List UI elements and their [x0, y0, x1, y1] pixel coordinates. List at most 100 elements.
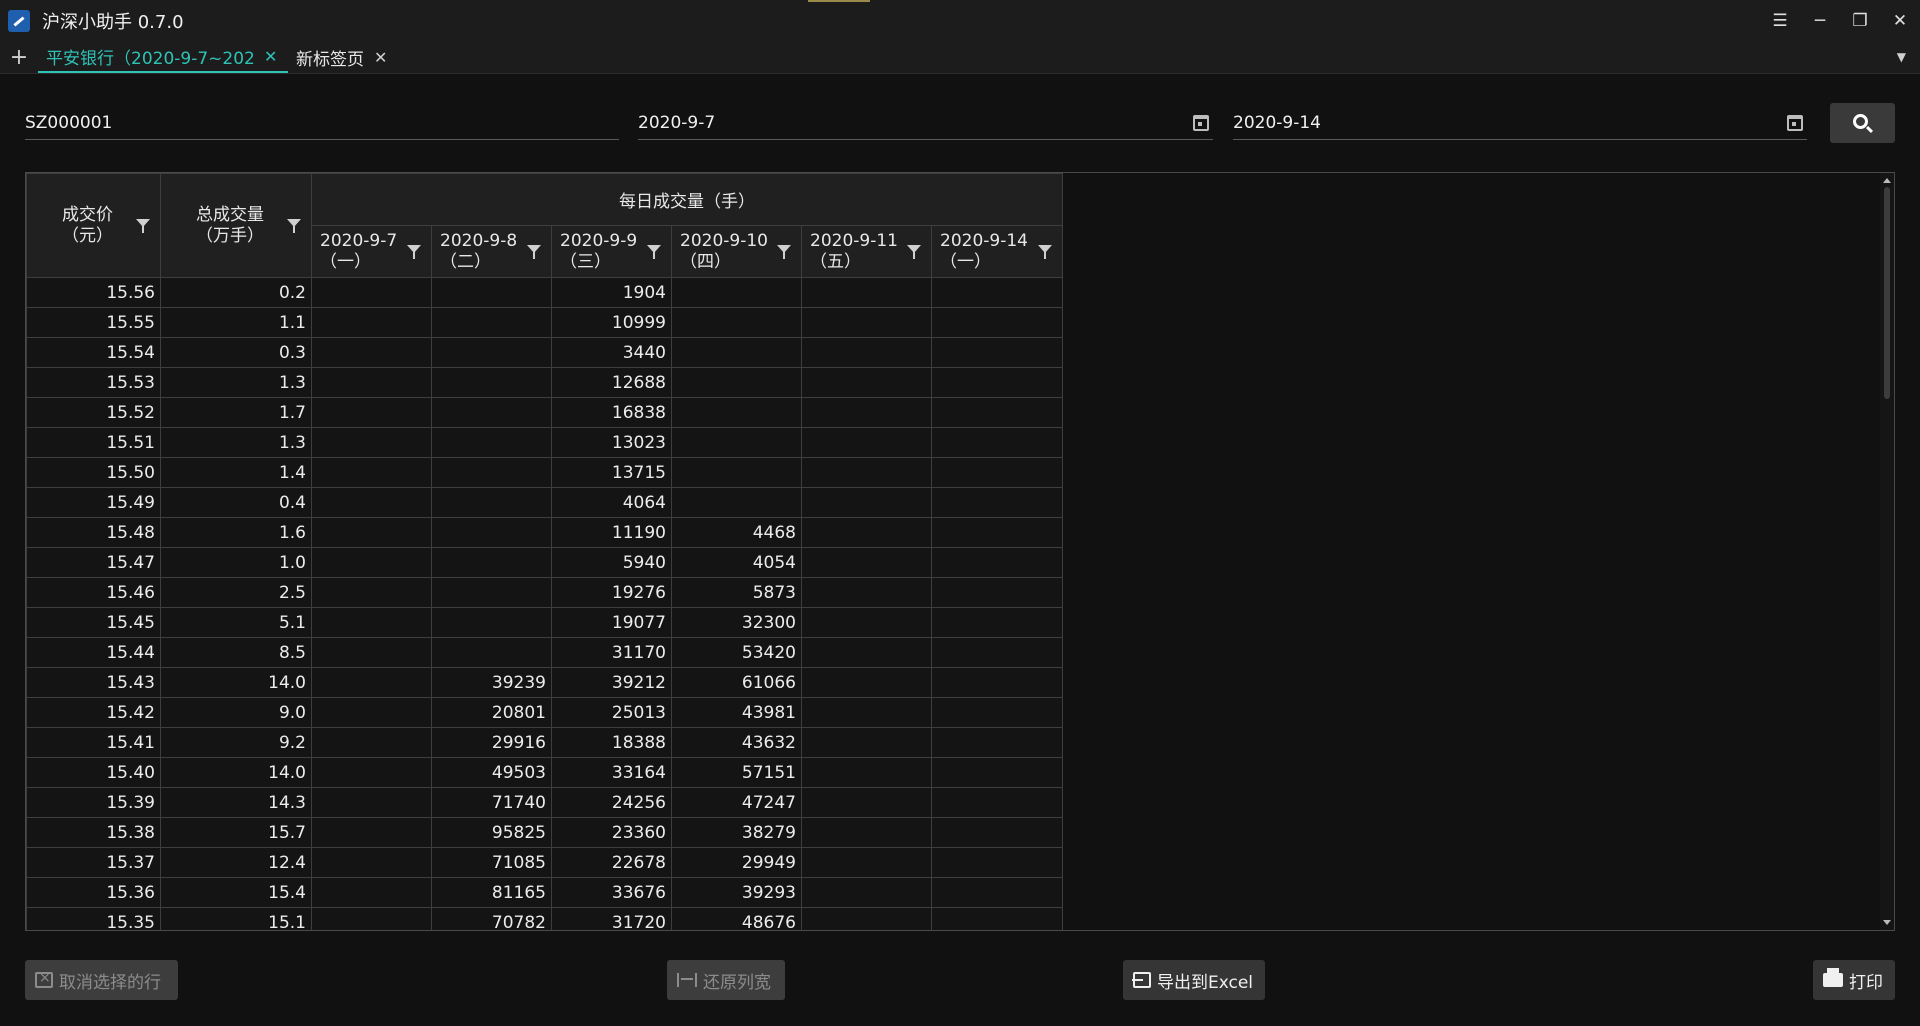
table-cell[interactable]	[311, 817, 432, 848]
table-cell[interactable]: 13715	[551, 457, 672, 488]
search-button[interactable]	[1830, 103, 1895, 143]
date-column-header[interactable]: 2020-9-8 （二）	[431, 225, 552, 278]
table-cell[interactable]: 48676	[671, 907, 802, 930]
table-cell[interactable]	[671, 397, 802, 428]
table-cell[interactable]: 20801	[431, 697, 552, 728]
table-cell[interactable]: 15.35	[26, 907, 161, 930]
table-cell[interactable]	[930, 697, 1064, 728]
table-cell[interactable]	[930, 877, 1064, 908]
table-row[interactable]: 15.48 1.6 11190 4468	[26, 517, 1064, 548]
table-cell[interactable]	[801, 607, 932, 638]
table-cell[interactable]	[311, 697, 432, 728]
table-cell[interactable]	[311, 847, 432, 878]
table-cell[interactable]: 47247	[671, 787, 802, 818]
table-cell[interactable]: 25013	[551, 697, 672, 728]
table-cell[interactable]: 15.42	[26, 697, 161, 728]
table-cell[interactable]	[801, 427, 932, 458]
stock-code-input[interactable]: SZ000001	[25, 106, 619, 140]
table-row[interactable]: 15.46 2.5 19276 5873	[26, 577, 1064, 608]
table-cell[interactable]: 15.44	[26, 637, 161, 668]
table-row[interactable]: 15.36 15.4 81165 33676 39293	[26, 877, 1064, 908]
table-cell[interactable]: 19077	[551, 607, 672, 638]
table-cell[interactable]: 15.49	[26, 487, 161, 518]
table-cell[interactable]: 15.52	[26, 397, 161, 428]
table-cell[interactable]: 10999	[551, 307, 672, 338]
table-cell[interactable]: 31170	[551, 637, 672, 668]
table-cell[interactable]: 14.0	[160, 667, 312, 698]
table-cell[interactable]: 15.39	[26, 787, 161, 818]
table-cell[interactable]	[801, 877, 932, 908]
table-cell[interactable]	[311, 487, 432, 518]
filter-icon[interactable]	[527, 244, 541, 259]
table-cell[interactable]: 1.6	[160, 517, 312, 548]
table-cell[interactable]: 15.40	[26, 757, 161, 788]
table-cell[interactable]: 15.45	[26, 607, 161, 638]
table-cell[interactable]: 15.37	[26, 847, 161, 878]
table-cell[interactable]	[801, 697, 932, 728]
deselect-rows-button[interactable]: 取消选择的行	[25, 960, 178, 1000]
table-row[interactable]: 15.39 14.3 71740 24256 47247	[26, 787, 1064, 818]
calendar-icon[interactable]	[1193, 114, 1209, 131]
table-cell[interactable]: 31720	[551, 907, 672, 930]
table-cell[interactable]	[801, 907, 932, 930]
table-cell[interactable]: 95825	[431, 817, 552, 848]
table-cell[interactable]	[311, 877, 432, 908]
export-excel-button[interactable]: 导出到Excel	[1123, 960, 1265, 1000]
table-cell[interactable]	[671, 427, 802, 458]
table-cell[interactable]	[311, 397, 432, 428]
table-cell[interactable]	[930, 607, 1064, 638]
table-cell[interactable]: 24256	[551, 787, 672, 818]
table-cell[interactable]	[311, 757, 432, 788]
table-cell[interactable]	[801, 727, 932, 758]
table-cell[interactable]	[311, 367, 432, 398]
table-cell[interactable]	[311, 307, 432, 338]
table-cell[interactable]: 5.1	[160, 607, 312, 638]
table-cell[interactable]	[801, 667, 932, 698]
filter-icon[interactable]	[407, 244, 421, 259]
table-cell[interactable]	[801, 337, 932, 368]
filter-icon[interactable]	[136, 218, 150, 233]
table-cell[interactable]: 22678	[551, 847, 672, 878]
table-cell[interactable]	[930, 547, 1064, 578]
scroll-up-icon[interactable]	[1883, 178, 1891, 183]
table-cell[interactable]: 71085	[431, 847, 552, 878]
table-cell[interactable]: 53420	[671, 637, 802, 668]
table-cell[interactable]	[311, 637, 432, 668]
table-cell[interactable]	[930, 367, 1064, 398]
table-cell[interactable]	[930, 637, 1064, 668]
table-cell[interactable]	[311, 787, 432, 818]
table-cell[interactable]	[801, 757, 932, 788]
table-cell[interactable]: 43981	[671, 697, 802, 728]
table-cell[interactable]	[311, 547, 432, 578]
table-row[interactable]: 15.42 9.0 20801 25013 43981	[26, 697, 1064, 728]
table-cell[interactable]: 8.5	[160, 637, 312, 668]
date-column-header[interactable]: 2020-9-10 （四）	[671, 225, 802, 278]
table-cell[interactable]	[930, 907, 1064, 930]
table-cell[interactable]: 4468	[671, 517, 802, 548]
table-row[interactable]: 15.35 15.1 70782 31720 48676	[26, 907, 1064, 930]
table-row[interactable]: 15.37 12.4 71085 22678 29949	[26, 847, 1064, 878]
tab-close-icon[interactable]: ✕	[264, 47, 277, 66]
table-cell[interactable]: 12.4	[160, 847, 312, 878]
scroll-down-icon[interactable]	[1883, 920, 1891, 925]
table-cell[interactable]: 57151	[671, 757, 802, 788]
table-cell[interactable]: 15.38	[26, 817, 161, 848]
table-cell[interactable]: 0.4	[160, 487, 312, 518]
table-cell[interactable]	[801, 367, 932, 398]
table-cell[interactable]	[431, 277, 552, 308]
tab-close-icon[interactable]: ✕	[374, 48, 387, 67]
table-cell[interactable]	[431, 607, 552, 638]
table-row[interactable]: 15.44 8.5 31170 53420	[26, 637, 1064, 668]
date-column-header[interactable]: 2020-9-11 （五）	[801, 225, 932, 278]
table-cell[interactable]	[311, 727, 432, 758]
table-cell[interactable]	[431, 457, 552, 488]
table-cell[interactable]	[930, 847, 1064, 878]
table-cell[interactable]: 33676	[551, 877, 672, 908]
table-cell[interactable]: 1.0	[160, 547, 312, 578]
filter-icon[interactable]	[907, 244, 921, 259]
table-cell[interactable]	[431, 307, 552, 338]
restore-icon[interactable]: ❐	[1840, 0, 1880, 42]
table-cell[interactable]	[671, 487, 802, 518]
table-cell[interactable]: 39293	[671, 877, 802, 908]
table-cell[interactable]	[930, 757, 1064, 788]
